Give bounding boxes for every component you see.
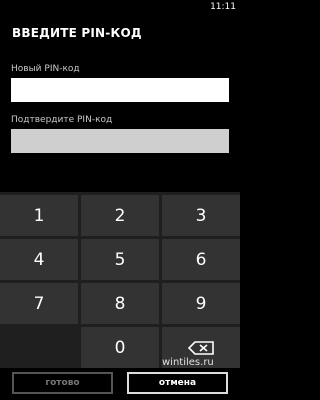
key-7[interactable]: 7 [0,283,78,324]
confirm-pin-label: Подтвердите PIN-код [11,115,113,125]
key-6[interactable]: 6 [162,239,240,280]
new-pin-label: Новый PIN-код [11,64,80,74]
key-0[interactable]: 0 [81,327,159,368]
key-4[interactable]: 4 [0,239,78,280]
clock: 11:11 [210,2,236,12]
cancel-button[interactable]: отмена [127,372,228,394]
key-2[interactable]: 2 [81,195,159,236]
confirm-pin-input[interactable] [11,129,229,153]
status-bar: 11:11 [0,0,240,16]
key-3[interactable]: 3 [162,195,240,236]
key-1[interactable]: 1 [0,195,78,236]
done-button[interactable]: готово [12,372,113,394]
new-pin-input[interactable] [11,78,229,102]
numeric-keypad: 1 2 3 4 5 6 7 8 9 0 [0,192,240,368]
key-9[interactable]: 9 [162,283,240,324]
key-8[interactable]: 8 [81,283,159,324]
backspace-icon [188,340,214,355]
page-title: ВВЕДИТЕ PIN-КОД [12,26,142,40]
key-5[interactable]: 5 [81,239,159,280]
watermark: wintiles.ru [162,357,214,368]
